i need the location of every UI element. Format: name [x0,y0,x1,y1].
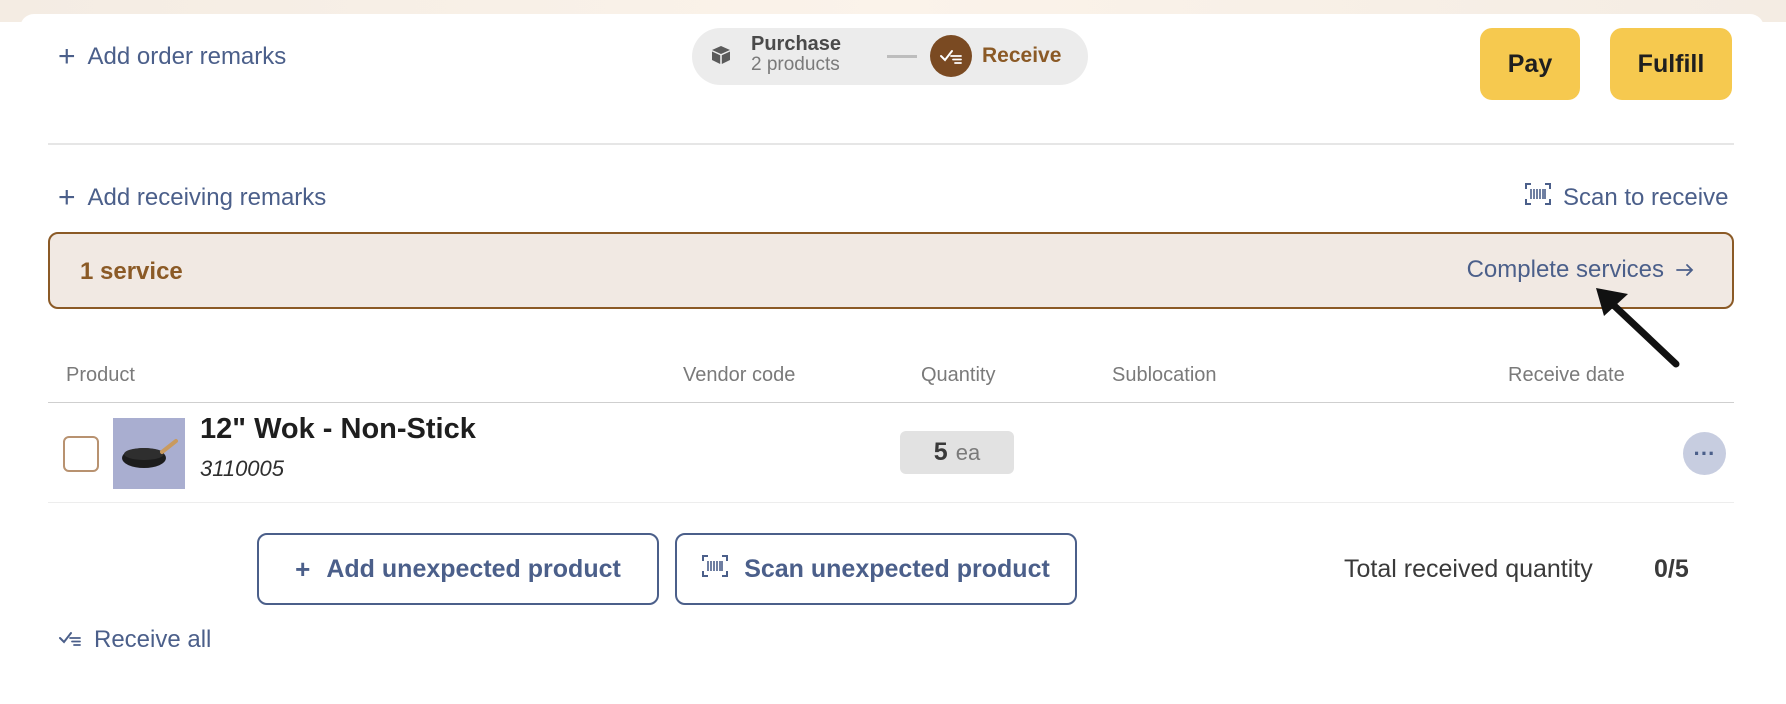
product-thumbnail [113,418,185,489]
add-unexpected-label: Add unexpected product [326,554,621,583]
step-purchase-title: Purchase [751,33,842,55]
receive-all-label: Receive all [94,626,212,653]
step-receive[interactable]: Receive [982,44,1061,68]
order-stepper: Purchase 2 products Receive [692,28,1088,85]
step-purchase[interactable]: Purchase 2 products [751,34,841,75]
total-received-label: Total received quantity [1344,555,1593,583]
quantity-badge: 5 ea [900,431,1014,474]
add-unexpected-product-button[interactable]: + Add unexpected product [257,533,659,605]
receive-check-icon [58,626,82,654]
total-received-value: 0/5 [1654,555,1689,583]
receive-check-icon [930,35,972,77]
column-header-quantity: Quantity [921,364,996,386]
quantity-unit: ea [955,439,981,465]
row-divider [48,502,1734,503]
plus-icon: + [58,40,76,73]
divider [48,143,1734,145]
fulfill-button[interactable]: Fulfill [1610,28,1732,100]
scan-to-receive-link[interactable]: Scan to receive [1525,183,1728,212]
barcode-icon [702,554,729,584]
add-receiving-remarks-label: Add receiving remarks [87,184,327,211]
service-count: 1 service [80,258,183,285]
column-header-product: Product [66,364,135,386]
step-connector [887,55,917,58]
column-header-sublocation: Sublocation [1112,364,1217,386]
add-order-remarks-link[interactable]: + Add order remarks [58,42,286,72]
pay-button[interactable]: Pay [1480,28,1580,100]
receive-all-link[interactable]: Receive all [58,626,211,654]
product-name[interactable]: 12" Wok - Non-Stick [200,413,476,446]
add-order-remarks-label: Add order remarks [87,43,287,70]
scan-unexpected-label: Scan unexpected product [744,554,1050,583]
services-banner: 1 service Complete services [48,232,1734,309]
add-receiving-remarks-link[interactable]: + Add receiving remarks [58,183,326,213]
scan-unexpected-product-button[interactable]: Scan unexpected product [675,533,1077,605]
box-icon [710,44,732,71]
barcode-icon [1525,183,1551,212]
pointer-arrow-icon [1592,280,1682,375]
plus-icon: + [295,553,311,584]
more-options-icon[interactable]: ··· [1683,432,1726,475]
step-purchase-subtitle: 2 products [751,54,840,75]
scan-to-receive-label: Scan to receive [1563,183,1729,211]
plus-icon: + [58,181,76,214]
product-sku: 3110005 [200,456,285,481]
table-header-divider [48,402,1734,403]
quantity-value: 5 [933,438,948,466]
column-header-vendor-code: Vendor code [683,364,796,386]
row-checkbox[interactable] [63,436,99,472]
